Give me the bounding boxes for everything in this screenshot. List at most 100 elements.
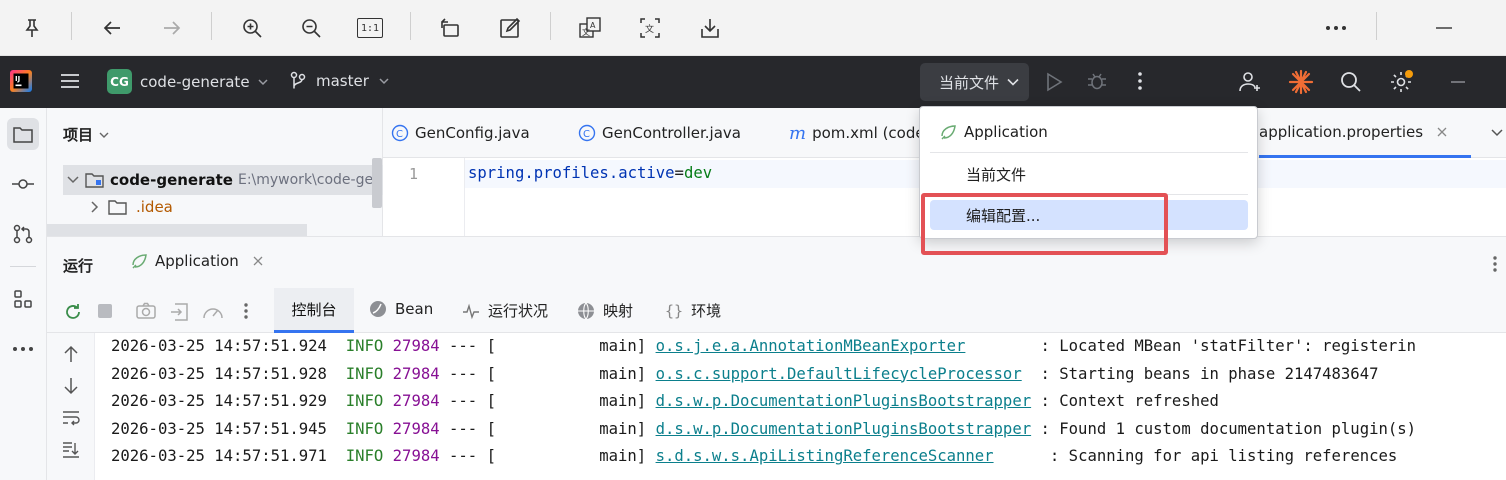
log-level: INFO — [345, 419, 384, 438]
commit-icon[interactable] — [8, 169, 38, 199]
window-minimize-icon[interactable] — [1450, 80, 1466, 84]
run-icon[interactable] — [1045, 72, 1063, 92]
subtab-console[interactable]: 控制台 — [274, 288, 354, 333]
back-arrow-icon[interactable] — [96, 12, 128, 44]
more-actions-icon[interactable] — [1137, 71, 1143, 91]
debug-icon[interactable] — [1087, 71, 1107, 91]
dropdown-item-application[interactable]: Application — [930, 117, 1248, 147]
log-padding — [1031, 420, 1040, 438]
run-config-label: 当前文件 — [939, 73, 1000, 92]
tab-application-properties[interactable]: application.properties — [1259, 108, 1472, 158]
tab-label: application.properties — [1259, 122, 1424, 141]
property-value: dev — [683, 164, 713, 182]
vertical-scrollbar[interactable] — [372, 158, 382, 208]
project-panel: 项目 code-generate E:\mywork\code-gen .ide… — [47, 108, 383, 236]
scroll-down-icon[interactable] — [63, 377, 79, 395]
log-package: o.s.j.e.a. — [655, 337, 750, 355]
log-timestamp: 2026-03-25 14:57:51.945 — [111, 419, 327, 438]
tab-genconfig[interactable]: C GenConfig.java — [391, 108, 530, 158]
stop-icon[interactable] — [97, 303, 113, 319]
soft-wrap-icon[interactable] — [62, 410, 80, 426]
run-panel-header: 运行 Application — [47, 236, 1506, 288]
property-eq: = — [674, 164, 684, 182]
subtab-bean[interactable]: Bean — [369, 300, 433, 318]
screenshot-icon[interactable] — [136, 302, 156, 320]
log-line: 2026-03-25 14:57:51.928 INFO 27984 --- [… — [111, 365, 1378, 383]
rerun-icon[interactable] — [63, 302, 83, 322]
rotate-icon[interactable] — [434, 12, 466, 44]
main-menu-icon[interactable] — [60, 71, 80, 91]
spring-boot-icon — [941, 125, 956, 140]
run-config-selector[interactable]: 当前文件 — [920, 63, 1029, 101]
log-pid: 27984 — [392, 364, 440, 383]
intellij-logo-icon[interactable]: IJ — [10, 70, 32, 92]
tree-row-idea[interactable]: .idea — [90, 198, 173, 216]
subtab-mappings[interactable]: 映射 — [577, 300, 633, 321]
log-message: : Scanning for api listing references — [1049, 447, 1398, 466]
log-level: INFO — [345, 447, 384, 466]
chevron-down-icon — [1007, 78, 1019, 86]
log-pid: 27984 — [392, 447, 440, 466]
run-tab-application[interactable]: Application — [129, 251, 263, 271]
tree-row-root[interactable]: code-generate E:\mywork\code-gen — [63, 165, 383, 195]
more-run-actions-icon[interactable] — [243, 302, 249, 320]
close-icon[interactable] — [253, 256, 263, 266]
translate-icon[interactable]: A文 — [574, 12, 606, 44]
save-icon[interactable] — [694, 12, 726, 44]
scroll-up-icon[interactable] — [63, 345, 79, 363]
close-icon[interactable] — [1437, 127, 1447, 137]
log-line: 2026-03-25 14:57:51.929 INFO 27984 --- [… — [111, 392, 1219, 410]
subtab-label: 运行状况 — [488, 302, 549, 320]
dropdown-item-label: Application — [964, 123, 1048, 141]
log-package: s.d.s.w.s. — [655, 447, 750, 466]
project-panel-header[interactable]: 项目 — [63, 124, 109, 145]
zoom-in-icon[interactable] — [236, 12, 268, 44]
pin-icon[interactable] — [16, 12, 48, 44]
add-user-icon[interactable] — [1238, 70, 1262, 94]
project-switcher[interactable]: CG code-generate — [107, 69, 268, 94]
log-message: : Located MBean 'statFilter': registerin — [1040, 337, 1417, 355]
horizontal-scrollbar[interactable] — [47, 224, 307, 236]
ai-assistant-icon[interactable] — [1288, 69, 1314, 95]
property-key: spring.profiles.active — [468, 164, 675, 182]
branch-switcher[interactable]: master — [290, 71, 389, 91]
minimize-icon[interactable] — [1428, 12, 1460, 44]
svg-text:文: 文 — [582, 27, 590, 37]
annotation-highlight-box — [921, 193, 1168, 255]
tabs-dropdown-icon[interactable] — [1490, 128, 1504, 138]
search-icon[interactable] — [1340, 71, 1362, 93]
console-gutter — [47, 333, 95, 480]
log-package: d.s.w.p. — [655, 392, 731, 411]
subtab-environment[interactable]: {} 环境 — [665, 300, 721, 321]
log-class: DocumentationPluginsBootstrapper — [730, 419, 1032, 438]
log-thread: --- [ main] — [439, 364, 656, 383]
exit-icon[interactable] — [170, 302, 190, 322]
pull-requests-icon[interactable] — [8, 219, 38, 249]
tab-gencontroller[interactable]: C GenController.java — [578, 108, 741, 158]
console-output[interactable]: 2026-03-25 14:57:51.924 INFO 27984 --- [… — [47, 333, 1506, 480]
forward-arrow-icon[interactable] — [156, 12, 188, 44]
dashboard-icon[interactable] — [202, 302, 224, 322]
log-package: d.s.w.p. — [655, 419, 731, 438]
log-message: : Found 1 custom documentation plugin(s) — [1040, 419, 1417, 438]
more-icon[interactable] — [1320, 12, 1352, 44]
log-level: INFO — [345, 337, 384, 355]
svg-text:C: C — [583, 129, 590, 140]
more-tools-icon[interactable] — [8, 334, 38, 364]
subtab-health[interactable]: 运行状况 — [462, 300, 548, 321]
run-toolbar: 控制台 Bean 运行状况 映射 {} 环境 — [47, 288, 1506, 333]
actual-size-icon[interactable]: 1:1 — [354, 12, 386, 44]
dropdown-item-label: 当前文件 — [966, 165, 1027, 184]
ocr-icon[interactable]: 文 — [634, 12, 666, 44]
scroll-to-end-icon[interactable] — [62, 441, 80, 459]
run-panel-options-icon[interactable] — [1492, 255, 1498, 273]
structure-icon[interactable] — [8, 284, 38, 314]
tab-pom[interactable]: m pom.xml (code — [789, 108, 919, 158]
log-class: DefaultLifecycleProcessor — [787, 364, 1022, 383]
health-pulse-icon — [463, 303, 479, 319]
settings-gear-icon[interactable] — [1389, 70, 1413, 94]
dropdown-item-current-file[interactable]: 当前文件 — [930, 159, 1248, 189]
edit-icon[interactable] — [494, 12, 526, 44]
zoom-out-icon[interactable] — [295, 12, 327, 44]
project-folder-icon[interactable] — [7, 118, 39, 150]
